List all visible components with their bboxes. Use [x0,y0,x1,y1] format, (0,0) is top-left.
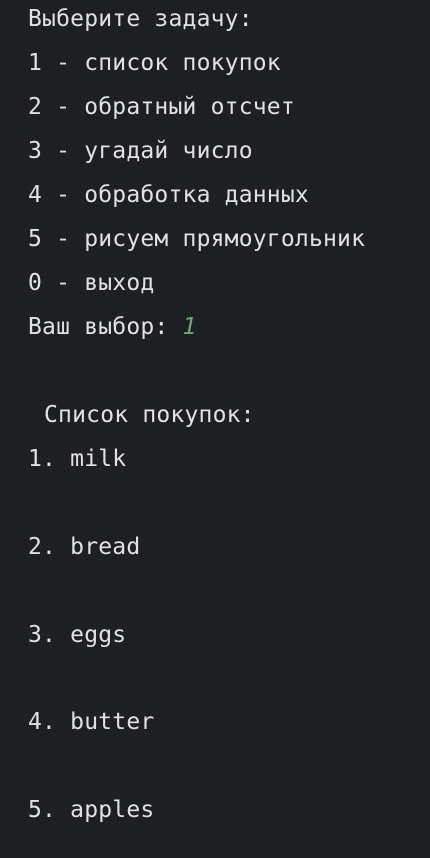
menu-option-0: 0 - выход [28,270,155,296]
menu-option-4: 4 - обработка данных [28,182,309,208]
menu-prompt-title: Выберите задачу: [28,6,253,32]
menu-option-1: 1 - список покупок [28,50,281,76]
list-item: 4. butter [28,709,155,735]
list-item: 1. milk [28,446,127,472]
choice-label: Ваш выбор: [28,314,183,340]
list-item: 3. eggs [28,622,127,648]
choice-line: Ваш выбор: 1 [28,312,197,342]
list-item: 2. bread [28,534,141,560]
menu-option-3: 3 - угадай число [28,138,253,164]
console-output: Выберите задачу: 1 - список покупок 2 - … [0,0,430,858]
shopping-list-header: Список покупок: [44,402,255,428]
menu-option-5: 5 - рисуем прямоугольник [28,226,366,252]
list-item: 5. apples [28,797,155,823]
choice-input-value: 1 [182,314,197,340]
menu-option-2: 2 - обратный отсчет [28,94,295,120]
